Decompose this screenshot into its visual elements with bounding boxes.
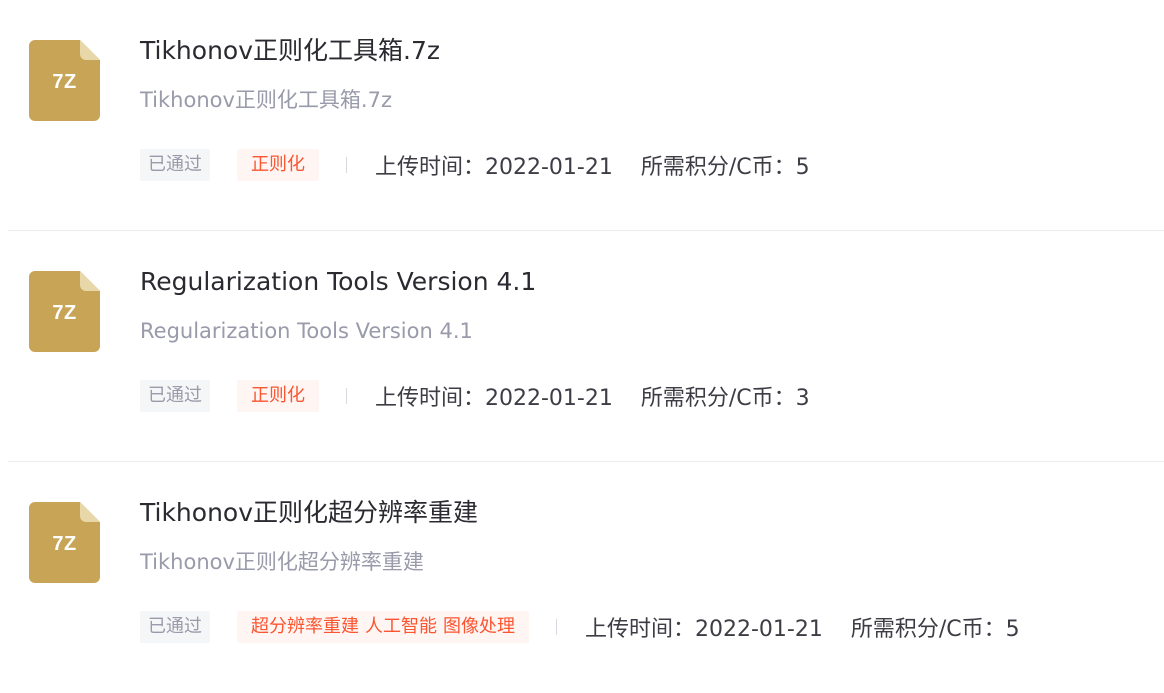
upload-time: 上传时间：2022-01-21 (375, 386, 613, 411)
tag-link[interactable]: 超分辨率重建 (251, 611, 359, 643)
tag-group: 正则化 (237, 149, 319, 181)
required-points: 所需积分/C币：5 (850, 617, 1020, 642)
upload-time: 上传时间：2022-01-21 (585, 617, 823, 642)
required-points: 所需积分/C币：5 (640, 155, 810, 180)
status-badge: 已通过 (140, 611, 210, 643)
tag-link[interactable]: 正则化 (251, 380, 305, 412)
file-type-label: 7Z (52, 71, 77, 93)
file-type-label: 7Z (52, 533, 77, 555)
resource-description: Regularization Tools Version 4.1 (140, 319, 473, 343)
status-badge: 已通过 (140, 380, 210, 412)
resource-description: Tikhonov正则化超分辨率重建 (140, 550, 424, 574)
resource-title[interactable]: Tikhonov正则化工具箱.7z (140, 34, 440, 68)
tag-link[interactable]: 图像处理 (443, 611, 515, 643)
file-7z-icon[interactable]: 7Z (29, 502, 100, 583)
resource-meta: 已通过 正则化 上传时间：2022-01-21 所需积分/C币：5 (140, 148, 810, 182)
upload-time: 上传时间：2022-01-21 (375, 155, 613, 180)
divider (556, 619, 557, 635)
status-badge: 已通过 (140, 149, 210, 181)
resource-item: 7Z Tikhonov正则化工具箱.7z Tikhonov正则化工具箱.7z 已… (0, 0, 1164, 231)
required-points: 所需积分/C币：3 (640, 386, 810, 411)
resource-list: 7Z Tikhonov正则化工具箱.7z Tikhonov正则化工具箱.7z 已… (0, 0, 1164, 693)
divider (346, 388, 347, 404)
resource-item: 7Z Regularization Tools Version 4.1 Regu… (0, 231, 1164, 462)
resource-meta: 已通过 正则化 上传时间：2022-01-21 所需积分/C币：3 (140, 379, 810, 413)
resource-description: Tikhonov正则化工具箱.7z (140, 88, 392, 112)
resource-title[interactable]: Regularization Tools Version 4.1 (140, 265, 536, 299)
resource-title[interactable]: Tikhonov正则化超分辨率重建 (140, 496, 478, 530)
tag-group: 正则化 (237, 380, 319, 412)
file-7z-icon[interactable]: 7Z (29, 40, 100, 121)
tag-link[interactable]: 人工智能 (365, 611, 437, 643)
resource-item: 7Z Tikhonov正则化超分辨率重建 Tikhonov正则化超分辨率重建 已… (0, 462, 1164, 693)
divider (346, 157, 347, 173)
file-type-label: 7Z (52, 302, 77, 324)
tag-group: 超分辨率重建 人工智能 图像处理 (237, 611, 529, 643)
tag-link[interactable]: 正则化 (251, 149, 305, 181)
resource-meta: 已通过 超分辨率重建 人工智能 图像处理 上传时间：2022-01-21 所需积… (140, 610, 1020, 644)
file-7z-icon[interactable]: 7Z (29, 271, 100, 352)
